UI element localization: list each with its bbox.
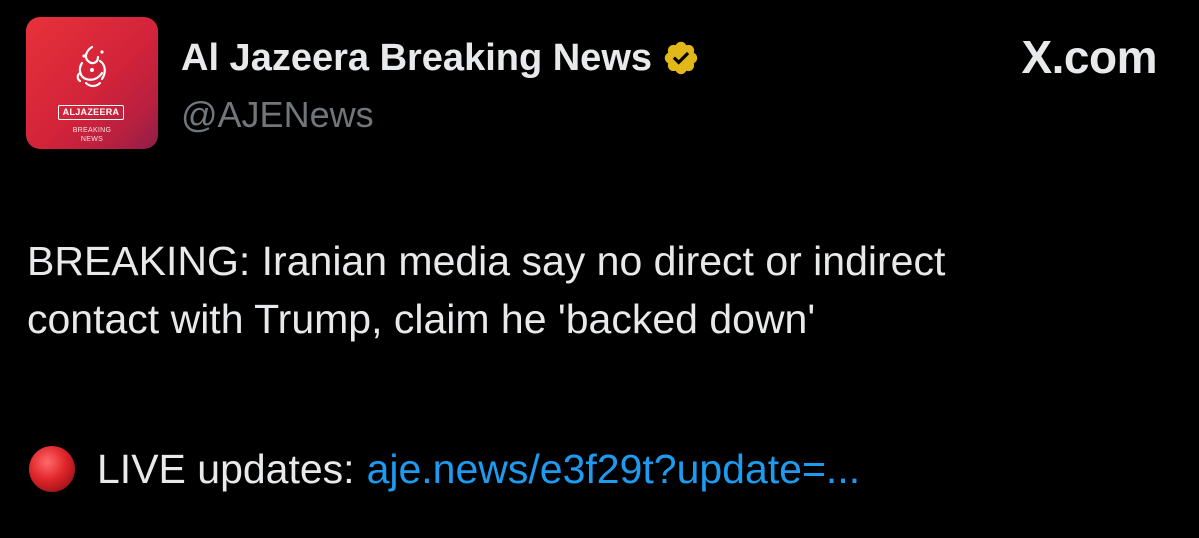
account-name-row: Al Jazeera Breaking News <box>181 36 700 80</box>
tweet-text-line-2: contact with Trump, claim he 'backed dow… <box>27 296 816 342</box>
red-circle-icon <box>29 446 75 492</box>
account-handle[interactable]: @AJENews <box>181 94 374 136</box>
avatar-sub-text-1: BREAKING <box>72 127 112 134</box>
tweet-text: BREAKING: Iranian media say no direct or… <box>27 232 1177 348</box>
verified-badge-icon[interactable] <box>662 39 700 77</box>
display-name[interactable]: Al Jazeera Breaking News <box>181 37 652 80</box>
live-updates-row: LIVE updates: aje.news/e3f29t?update=... <box>27 440 860 498</box>
live-updates-label: LIVE updates: <box>97 445 355 492</box>
al-jazeera-logo-icon <box>76 45 106 88</box>
tweet-card: ALJAZEERA BREAKING NEWS Al Jazeera Break… <box>0 0 1199 538</box>
live-updates-link[interactable]: aje.news/e3f29t?update=... <box>367 446 861 493</box>
tweet-text-line-1: BREAKING: Iranian media say no direct or… <box>27 238 946 284</box>
avatar[interactable]: ALJAZEERA BREAKING NEWS <box>26 17 158 149</box>
avatar-sub-text-2: NEWS <box>80 136 104 143</box>
avatar-brand-text: ALJAZEERA <box>58 105 124 120</box>
site-label: X.com <box>1021 31 1157 83</box>
